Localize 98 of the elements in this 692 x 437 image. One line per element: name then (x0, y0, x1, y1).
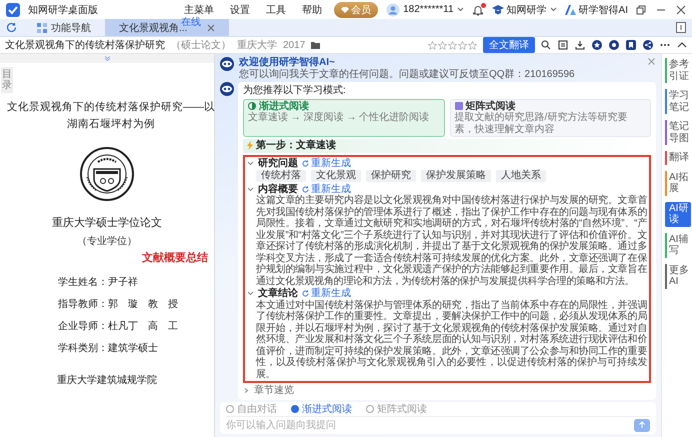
keyword-tag: 文化景观 (311, 170, 361, 182)
keyword-tag: 传统村落 (256, 170, 306, 182)
refresh-icon (302, 160, 309, 167)
assistant-avatar-icon (220, 57, 234, 71)
share-icon[interactable] (643, 40, 653, 50)
chevron-icon[interactable] (247, 291, 254, 296)
recommend-text: 为您推荐以下学习模式: (243, 85, 347, 96)
degree-type: （专业学位） (77, 234, 137, 248)
close-icon[interactable] (207, 24, 216, 32)
tab[interactable]: 功能导航 (23, 19, 105, 36)
caret-icon[interactable] (550, 7, 557, 12)
star-icon[interactable] (438, 40, 447, 50)
info-line: 学科类别：建筑学硕士 (58, 342, 159, 355)
welcome-text: 您可以询问我关于文章的任何问题。问题或建议可反馈至QQ群：210169596 (239, 68, 575, 80)
info-line: 企业导师：杜凡丁 高 工 (58, 320, 178, 333)
question-input[interactable]: 你可以输入问题向我提问 (226, 418, 634, 432)
section-title: 章节速览 (254, 385, 294, 396)
radio-icon (366, 405, 374, 414)
brand-menu[interactable]: 知网研学 (492, 2, 557, 16)
collapse-icon[interactable] (677, 40, 687, 50)
graduation-cap-icon (492, 4, 504, 14)
user-menu[interactable]: 182******11 (386, 2, 464, 16)
thesis-title: 文化景观视角下的传统村落保护研究——以 湖南石堰坪村为例 (7, 100, 215, 132)
app-title: 知网研学桌面版 (28, 4, 98, 16)
tool-tab[interactable]: 更多AI (665, 264, 691, 288)
avatar-icon (386, 2, 400, 16)
tool-tab[interactable]: 参考引证 (665, 58, 691, 83)
tool-tab[interactable]: 翻译 (665, 151, 691, 164)
chevron-icon[interactable] (243, 388, 250, 394)
star-circle-icon[interactable] (592, 40, 602, 50)
restore-icon[interactable] (636, 4, 646, 14)
ai-brand-button[interactable]: 研学智得AI (564, 2, 628, 16)
star-icon[interactable] (448, 40, 457, 50)
menu-item[interactable]: 工具 (262, 2, 290, 16)
star-icon[interactable] (458, 40, 467, 50)
app-logo-icon (6, 2, 20, 16)
translate-button[interactable]: 全文翻译 (483, 37, 535, 53)
caret-icon[interactable] (456, 7, 464, 12)
folder-icon[interactable] (311, 41, 320, 49)
ai-logo-icon (564, 4, 576, 14)
regenerate-link[interactable]: 重新生成 (302, 288, 351, 300)
school-name: 重庆大学建筑城规学院 (57, 374, 157, 387)
lightning-icon (247, 141, 253, 150)
download-icon[interactable] (575, 40, 585, 50)
menu-item[interactable]: 主菜单 (180, 2, 218, 16)
tool-tab[interactable]: AI拓展 (665, 170, 691, 196)
year-label: 2017 (283, 40, 306, 50)
online-label: 在线 (181, 18, 201, 28)
refresh-icon (302, 186, 309, 193)
arrow-up-icon (638, 421, 646, 429)
star-icon[interactable] (468, 40, 477, 50)
chevron-icon[interactable] (247, 186, 254, 192)
assistant-avatar-icon (220, 82, 234, 96)
info-line: 学生姓名：尹子祥 (58, 276, 139, 289)
keyword-tag: 人地关系 (496, 170, 546, 182)
keyword-tag: 保护研究 (366, 170, 416, 182)
annotation-label: 文献概要总结 (142, 250, 208, 265)
degree-title: 重庆大学硕士学位论文 (52, 216, 162, 230)
document-icon[interactable] (558, 40, 568, 50)
section-text: 本文通过对中国传统村落保护与管理体系的研究，指出了当前体系中存在的局限性，并强调了传统村落保护工作的重要性。文章提出，要解决保护工作中的问题，必须从发现体系的局限开始，并以石堰坪村为例，探讨了基于文化景观视角的传统村落保护发展策略。通过对自然环境、产业发展和村落文化三个子系统层面的认知与识别，对村落系统进行现状评估和价值评价，进而制定可持续的保护发展策略。此外，文章还强调了公众参与和协同工作的重要性，以及传统村落保护与文化景观视角引入的必要性，以促进传统村落的保护与可持续发展。 (254, 300, 647, 380)
tool-tab[interactable]: 学习笔记 (665, 89, 691, 114)
info-line: 指导教师：郭 璇 教 授 (58, 298, 178, 311)
keyword-tag: 保护发展策略 (421, 170, 491, 182)
refresh-icon[interactable] (6, 22, 17, 33)
tool-tab[interactable]: AI辅写 (665, 232, 691, 258)
radio-icon (226, 405, 234, 414)
chevron-icon[interactable] (247, 160, 254, 166)
star-icon[interactable] (428, 40, 437, 50)
tool-tab[interactable]: AI研读 (665, 202, 691, 226)
bookmark-icon[interactable] (626, 40, 636, 50)
school-link[interactable]: 重庆大学 (237, 38, 277, 52)
university-seal-drawing (80, 146, 134, 201)
menu-item[interactable]: 设置 (226, 2, 254, 16)
page-icon[interactable] (676, 22, 686, 33)
bell-icon[interactable] (472, 4, 484, 16)
diamond-icon (341, 6, 350, 14)
reading-mode-card[interactable]: 矩阵式阅读 提取文献的研究思路/研究方法等研究要素，快速理解文章内容 (450, 98, 651, 137)
record-icon[interactable] (609, 40, 619, 50)
tool-tab[interactable]: 笔记导图 (665, 120, 691, 145)
regenerate-link[interactable]: 重新生成 (302, 184, 351, 195)
input-mode-tab[interactable]: 渐进式阅读 (291, 404, 352, 415)
section-title: 文章结论 (258, 288, 298, 300)
half-circle-icon (248, 102, 256, 110)
refresh-icon (302, 290, 309, 298)
radio-icon (291, 405, 299, 414)
close-icon[interactable] (676, 4, 686, 14)
section-title: 内容概要 (258, 184, 298, 194)
menu-item[interactable]: 帮助 (298, 2, 326, 16)
regenerate-link[interactable]: 重新生成 (302, 158, 351, 169)
section-title: 研究问题 (258, 158, 298, 169)
document-title: 文化景观视角下的传统村落保护研究 (5, 38, 165, 52)
welcome-title: 欢迎使用研学智得AI~ (239, 57, 336, 68)
document-type: （硕士论文） (171, 38, 231, 52)
reading-mode-card[interactable]: 渐进式阅读 文章速读 → 深度阅读 → 个性化进阶阅读 (243, 98, 444, 137)
section-text: 这篇文章的主要研究内容是以文化景观视角对中国传统村落进行保护与发展的研究。文章首先对我国传统村落保护的管理体系进行了概述，指出了保护工作中存在的问题与现有体系的局限性。接着，文章通过文献研究和实地调研的方式，对石堰坪传统村落的“自然环境”、“产业发展”和“村落文化”三个子系统进行了认知与识别，并对其现状进行了评估和价值评价。文章还探讨了传统村落的形成演化机制，并提出了基于文化景观视角的保护发展策略。通过多学科交叉方法，形成了一套适合传统村落可持续发展的优化方案。此外，文章还强调了在保护规划的编制与实施过程中，文化景观遗产保护的方法能够起到重要作用。最后，文章旨在通过文化景观视角的理论和方法，为传统村落的保护与发展提供科学合理的策略和方法。 (255, 195, 647, 287)
search-icon[interactable] (541, 40, 551, 50)
tab[interactable]: 文化景观视角... 在线 (105, 19, 230, 36)
chat-input-box[interactable]: 自由对话 渐进式阅读 矩阵式阅读 你可以输入问题向我提问 (220, 402, 656, 434)
